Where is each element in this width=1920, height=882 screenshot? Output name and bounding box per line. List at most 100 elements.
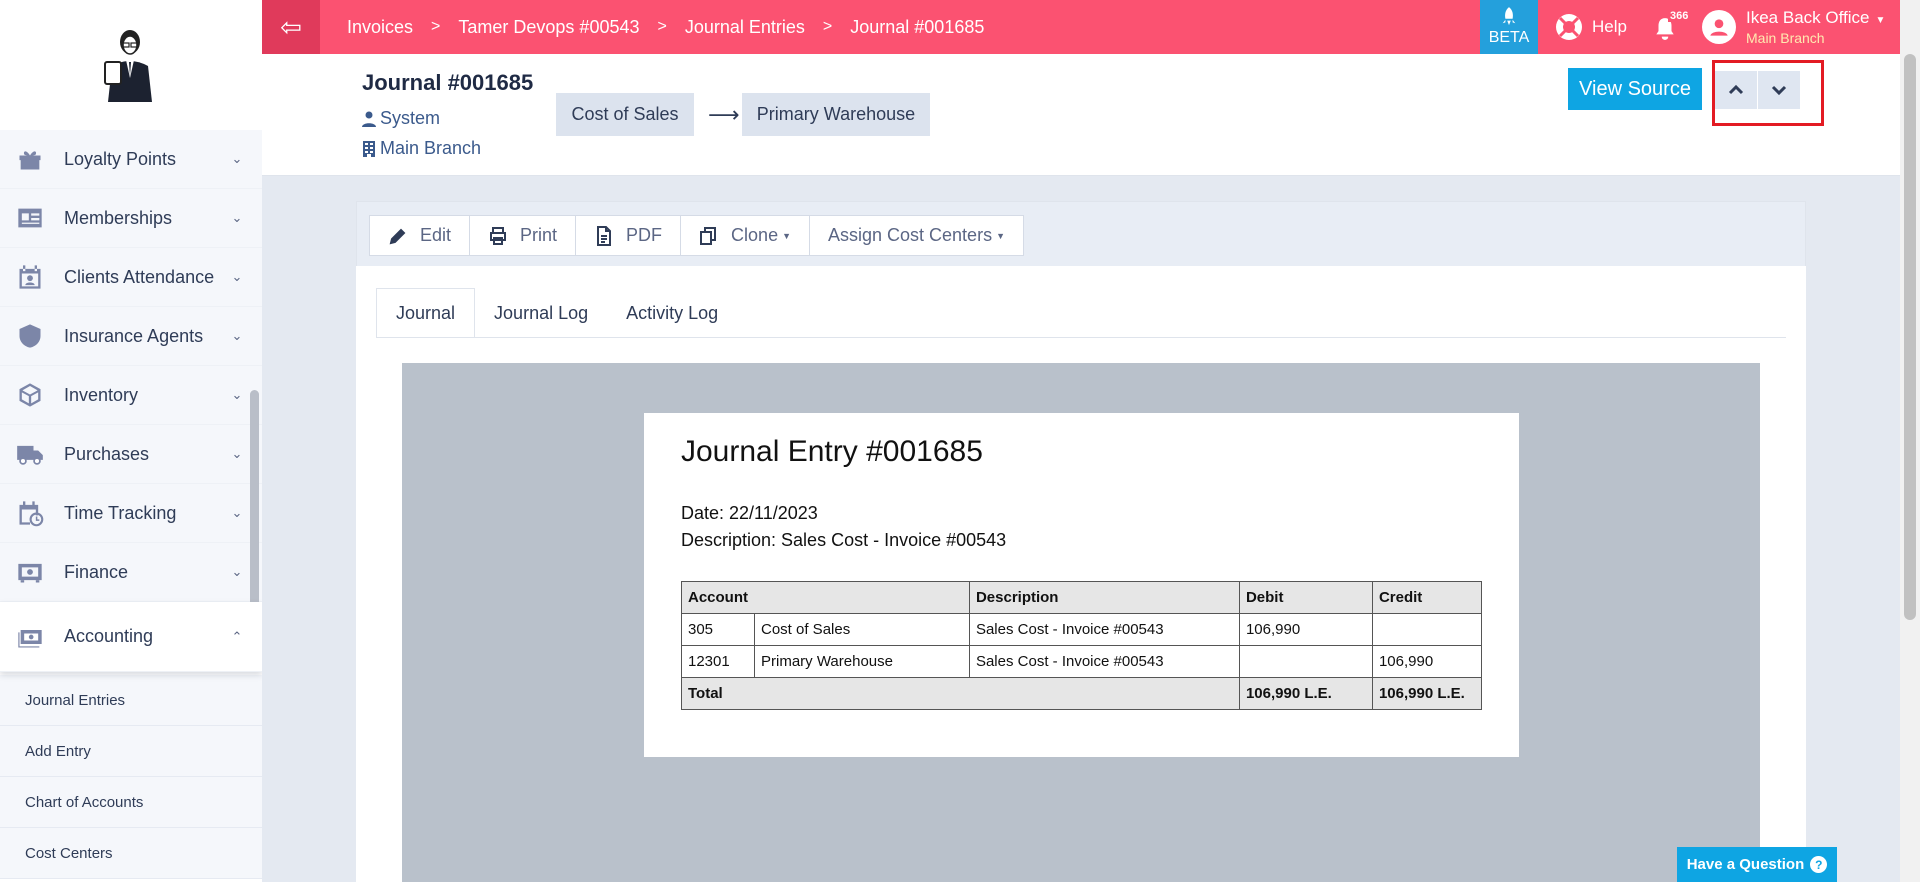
page-scrollbar[interactable] (1900, 0, 1920, 882)
action-toolbar: Edit Print PDF Clone ▼ Assign Cost Cente… (369, 215, 1024, 256)
print-button[interactable]: Print (469, 215, 577, 256)
journal-table: Account Description Debit Credit 305 Cos… (681, 581, 1483, 710)
pencil-icon (389, 228, 406, 244)
have-a-question-button[interactable]: Have a Question ? (1677, 847, 1837, 882)
file-icon (597, 225, 612, 246)
view-source-button[interactable]: View Source (1568, 68, 1702, 110)
column-header: Description (968, 581, 1240, 614)
caret-down-icon: ▼ (782, 230, 791, 241)
document-date: Date: 22/11/2023 (681, 503, 818, 523)
row-description: Sales Cost - Invoice #00543 (968, 613, 1240, 646)
column-header: Account (681, 581, 970, 614)
credit-value: 106,990 (1371, 645, 1483, 678)
rocket-icon (1502, 7, 1516, 26)
breadcrumb-invoices[interactable]: Invoices (347, 17, 413, 38)
money-icon (14, 622, 46, 652)
caret-down-icon: ▼ (996, 230, 1005, 241)
column-header: Debit (1238, 581, 1373, 614)
sidebar-item-label: Clients Attendance (64, 266, 215, 287)
chevron-down-icon: ⌄ (231, 269, 243, 284)
journal-document: Journal Entry #001685 Date: 22/11/2023 D… (644, 413, 1519, 757)
tab-journal-log[interactable]: Journal Log (475, 288, 607, 338)
breadcrumb-journal-entries[interactable]: Journal Entries (685, 17, 805, 38)
chevron-right-icon: > (657, 18, 667, 35)
table-row: 12301 Primary Warehouse Sales Cost - Inv… (681, 645, 1483, 678)
beta-button[interactable]: BETA (1480, 0, 1538, 54)
branch-info: Main Branch (362, 138, 481, 159)
building-icon (363, 140, 375, 157)
from-account-chip[interactable]: Cost of Sales (556, 93, 694, 136)
document-description: Description: Sales Cost - Invoice #00543 (681, 530, 1007, 550)
calendar-user-icon (14, 262, 46, 292)
top-bar: ⇦ Invoices > Tamer Devops #00543 > Journ… (262, 0, 1920, 54)
safe-icon (14, 557, 46, 587)
sidebar-item-clients-attendance[interactable]: Clients Attendance ⌄ (0, 248, 262, 307)
scrollbar-thumb[interactable] (1904, 54, 1916, 620)
sidebar-subitem-add-entry[interactable]: Add Entry (0, 726, 262, 777)
credit-value (1371, 613, 1483, 646)
sidebar-item-label: Inventory (64, 384, 139, 405)
user-name: Ikea Back Office (1746, 7, 1870, 27)
edit-label: Edit (420, 225, 452, 245)
debit-value: 106,990 (1238, 613, 1373, 646)
box-icon (14, 380, 46, 410)
edit-button[interactable]: Edit (369, 215, 471, 256)
table-header-row: Account Description Debit Credit (681, 581, 1483, 614)
shield-icon (14, 321, 46, 351)
clone-label: Clone (731, 225, 779, 245)
sidebar-item-accounting[interactable]: Accounting ⌃ (0, 602, 262, 672)
sidebar-item-time-tracking[interactable]: Time Tracking ⌄ (0, 484, 262, 543)
pdf-label: PDF (626, 225, 663, 245)
lifebuoy-icon (1556, 14, 1582, 40)
breadcrumb: Invoices > Tamer Devops #00543 > Journal… (347, 0, 984, 54)
sidebar-subitem-journal-entries[interactable]: Journal Entries (0, 675, 262, 726)
sidebar-item-label: Memberships (64, 207, 173, 228)
sidebar-item-label: Finance (64, 561, 129, 582)
sidebar-item-memberships[interactable]: Memberships ⌄ (0, 189, 262, 248)
sidebar-item-label: Time Tracking (64, 502, 177, 523)
collapse-menu-icon[interactable]: ⇦ (262, 0, 320, 54)
account-name: Cost of Sales (754, 613, 970, 646)
sidebar-item-inventory[interactable]: Inventory ⌄ (0, 366, 262, 425)
help-label: Help (1592, 17, 1627, 36)
chevron-down-icon: ⌄ (231, 505, 243, 520)
printer-icon (490, 226, 507, 245)
arrow-right-icon: ⟶ (708, 102, 740, 127)
company-logo[interactable] (94, 26, 166, 102)
account-code: 12301 (681, 645, 755, 678)
gift-icon (14, 144, 46, 174)
to-account-chip[interactable]: Primary Warehouse (742, 93, 930, 136)
row-description: Sales Cost - Invoice #00543 (968, 645, 1240, 678)
sidebar-item-finance[interactable]: Finance ⌄ (0, 543, 262, 602)
breadcrumb-invoice[interactable]: Tamer Devops #00543 (458, 17, 639, 38)
pdf-button[interactable]: PDF (575, 215, 682, 256)
sidebar-item-purchases[interactable]: Purchases ⌄ (0, 425, 262, 484)
tab-journal[interactable]: Journal (376, 288, 476, 338)
id-card-icon (14, 203, 46, 233)
help-button[interactable]: Help (1554, 0, 1627, 54)
sidebar-item-insurance-agents[interactable]: Insurance Agents ⌄ (0, 307, 262, 366)
chevron-down-icon: ⌄ (231, 328, 243, 343)
sidebar-subitem-chart-of-accounts[interactable]: Chart of Accounts (0, 777, 262, 828)
chevron-down-icon: ⌄ (231, 387, 243, 402)
branch-label: Main Branch (380, 138, 482, 158)
chevron-right-icon: > (431, 18, 441, 35)
calendar-clock-icon (14, 498, 46, 528)
sidebar-item-label: Loyalty Points (64, 148, 177, 169)
account-code: 305 (681, 613, 755, 646)
caret-down-icon: ▼ (1875, 14, 1886, 26)
debit-value (1238, 645, 1373, 678)
assign-cost-centers-button[interactable]: Assign Cost Centers ▼ (809, 215, 1024, 256)
sidebar-item-loyalty-points[interactable]: Loyalty Points ⌄ (0, 130, 262, 189)
user-menu[interactable]: Ikea Back Office ▼ Main Branch (1702, 0, 1885, 54)
page-title: Journal #001685 (362, 70, 534, 95)
tab-activity-log[interactable]: Activity Log (607, 288, 737, 338)
chevron-right-icon: > (822, 18, 833, 35)
sidebar-subitem-cost-centers[interactable]: Cost Centers (0, 828, 262, 879)
clone-button[interactable]: Clone ▼ (680, 215, 810, 256)
assign-cost-centers-label: Assign Cost Centers (828, 225, 993, 245)
total-credit: 106,990 L.E. (1371, 677, 1483, 710)
print-label: Print (520, 225, 558, 245)
notifications-button[interactable]: 366 (1650, 10, 1691, 46)
sidebar-item-label: Purchases (64, 443, 150, 464)
